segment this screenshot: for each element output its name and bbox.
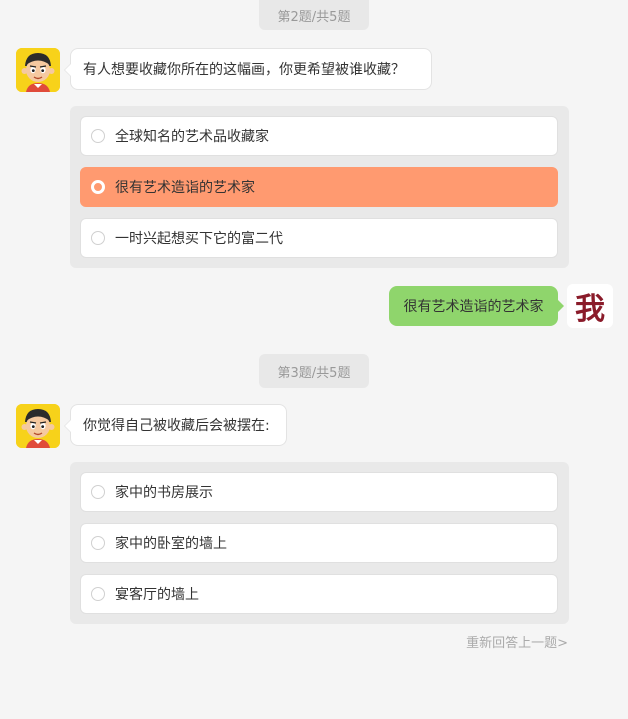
radio-icon (91, 587, 105, 601)
option-artist[interactable]: 很有艺术造诣的艺术家 (80, 167, 558, 207)
progress-text: 第2题/共5题 (277, 9, 351, 25)
question-text: 有人想要收藏你所在的这幅画，你更希望被谁收藏？ (83, 62, 405, 78)
cartoon-boy-icon (16, 48, 60, 92)
option-banquet-hall-wall[interactable]: 宴客厅的墙上 (80, 574, 558, 614)
option-label: 宴客厅的墙上 (115, 587, 199, 603)
progress-indicator-q3: 第3题/共5题 (259, 354, 369, 388)
user-answer-bubble: 很有艺术造诣的艺术家 (389, 286, 564, 326)
radio-icon (91, 536, 105, 550)
bot-avatar (16, 48, 60, 92)
user-avatar: 我 (567, 284, 613, 328)
quiz-chat-page: 第2题/共5题 有人想要收藏你所在的这幅画，你更希望被谁收藏？ 全球知名的艺术品… (0, 0, 628, 719)
option-collector[interactable]: 全球知名的艺术品收藏家 (80, 116, 558, 156)
progress-text: 第3题/共5题 (277, 365, 351, 381)
options-panel-q2: 全球知名的艺术品收藏家 很有艺术造诣的艺术家 一时兴起想买下它的富二代 (70, 106, 569, 268)
radio-icon (91, 485, 105, 499)
option-label: 家中的书房展示 (115, 485, 213, 501)
option-bedroom-wall[interactable]: 家中的卧室的墙上 (80, 523, 558, 563)
option-study-room[interactable]: 家中的书房展示 (80, 472, 558, 512)
user-avatar-text: 我 (575, 292, 605, 327)
question-bubble-q3: 你觉得自己被收藏后会被摆在: (64, 404, 287, 446)
progress-indicator-q2: 第2题/共5题 (259, 0, 369, 30)
question-bubble-q2: 有人想要收藏你所在的这幅画，你更希望被谁收藏？ (64, 48, 432, 90)
option-label: 很有艺术造诣的艺术家 (115, 180, 255, 196)
question-text: 你觉得自己被收藏后会被摆在: (83, 418, 270, 434)
radio-selected-icon (91, 180, 105, 194)
bot-avatar (16, 404, 60, 448)
cartoon-boy-icon (16, 404, 60, 448)
options-panel-q3: 家中的书房展示 家中的卧室的墙上 宴客厅的墙上 (70, 462, 569, 624)
radio-icon (91, 129, 105, 143)
option-rich-heir[interactable]: 一时兴起想买下它的富二代 (80, 218, 558, 258)
option-label: 全球知名的艺术品收藏家 (115, 129, 269, 145)
option-label: 家中的卧室的墙上 (115, 536, 227, 552)
radio-icon (91, 231, 105, 245)
redo-previous-link[interactable]: 重新回答上一题> (466, 632, 568, 651)
option-label: 一时兴起想买下它的富二代 (115, 231, 283, 247)
user-answer-text: 很有艺术造诣的艺术家 (403, 299, 544, 315)
